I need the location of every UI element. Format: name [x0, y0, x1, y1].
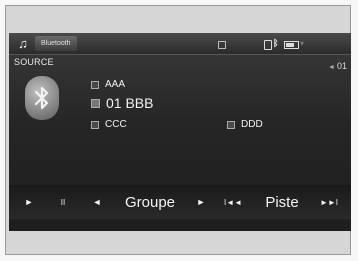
music-note-icon[interactable]: ♫	[13, 35, 33, 52]
tab-bluetooth[interactable]: Bluetooth	[35, 36, 77, 51]
signal-icon: ▾	[300, 39, 305, 48]
genre-row: DDD	[227, 119, 263, 130]
status-bar: ♫ Bluetooth ᛒ ▾	[9, 33, 351, 55]
square-icon	[218, 41, 226, 49]
artist-row: AAA	[91, 79, 125, 90]
speaker-icon: ◄	[328, 64, 335, 71]
audio-screen: ♫ Bluetooth ᛒ ▾ SOURCE ◄ 01 AAA 01 BBB CC…	[9, 33, 351, 231]
bluetooth-icon: ᛒ	[273, 38, 279, 48]
album-row: CCC	[91, 119, 127, 130]
battery-icon	[284, 41, 299, 49]
artist-icon	[91, 80, 99, 89]
phone-icon	[264, 40, 272, 50]
track-number: ◄ 01	[328, 61, 347, 71]
track-number-value: 01	[336, 61, 347, 71]
title-text: 01 BBB	[106, 95, 154, 111]
group-prev-button[interactable]: ◄	[87, 185, 107, 219]
song-icon	[91, 98, 100, 108]
pause-button[interactable]: II	[53, 185, 73, 219]
title-row: 01 BBB	[91, 95, 153, 111]
album-icon	[91, 120, 99, 129]
genre-text: DDD	[241, 119, 263, 130]
track-label: Piste	[265, 193, 299, 211]
artist-text: AAA	[105, 79, 126, 90]
play-button[interactable]: ►	[19, 185, 39, 219]
group-label: Groupe	[124, 193, 176, 211]
source-label: SOURCE	[14, 57, 54, 67]
track-prev-button[interactable]: I◄◄	[221, 185, 245, 219]
album-text: CCC	[105, 119, 127, 130]
genre-icon	[227, 120, 235, 129]
bluetooth-logo-icon	[25, 76, 59, 120]
group-next-button[interactable]: ►	[191, 185, 211, 219]
track-next-button[interactable]: ►►I	[317, 185, 341, 219]
control-bar: ► II ◄ Groupe ► I◄◄ Piste ►►I	[9, 185, 351, 219]
